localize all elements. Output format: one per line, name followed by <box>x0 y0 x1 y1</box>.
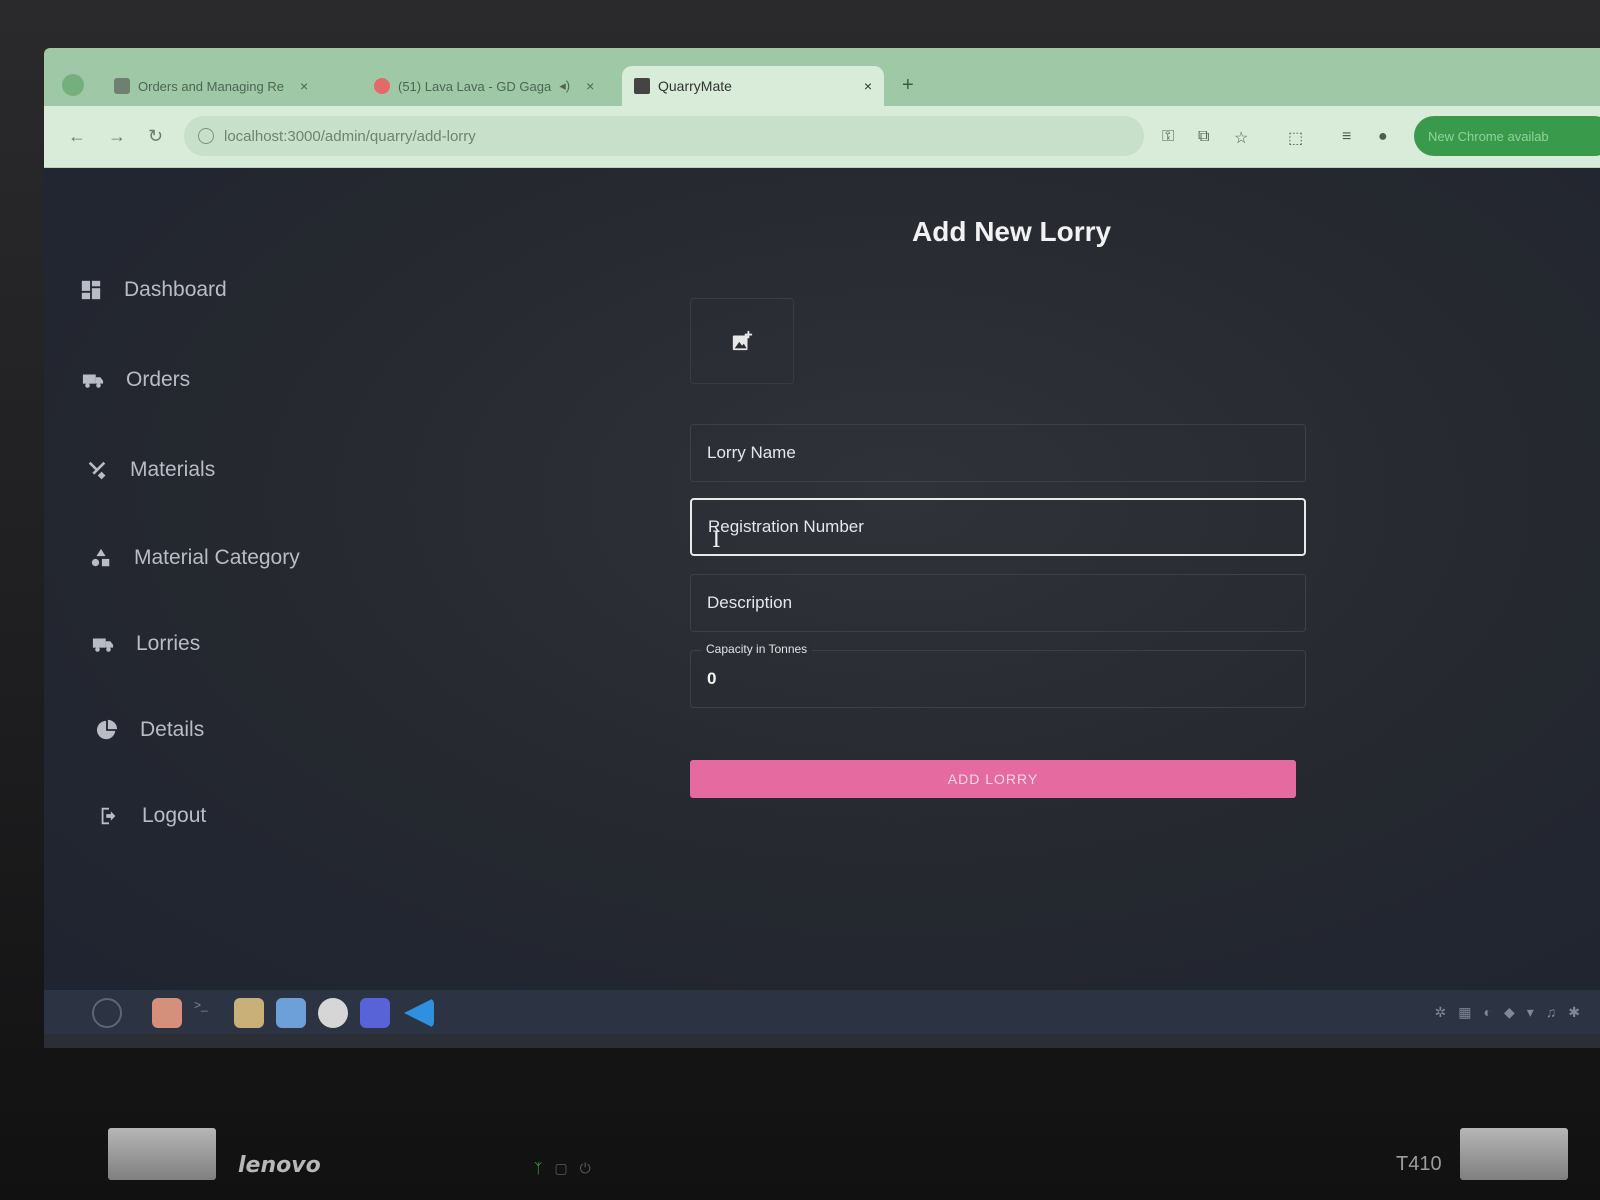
settings-icon[interactable]: ✲ <box>1435 1004 1447 1021</box>
lorry-name-placeholder: Lorry Name <box>707 443 796 462</box>
disk-led-icon: ▢ <box>554 1160 568 1176</box>
browser-tab-strip: Orders and Managing Re × (51) Lava Lava … <box>44 48 1600 114</box>
youtube-icon <box>374 78 390 94</box>
page-title: Add New Lorry <box>912 216 1112 247</box>
chrome-icon[interactable] <box>318 998 348 1028</box>
browser-profile-icon[interactable] <box>62 74 84 96</box>
tab-label: (51) Lava Lava - GD Gaga <box>398 78 552 94</box>
password-key-icon[interactable]: ⚿ <box>1162 128 1174 146</box>
add-lorry-button[interactable]: ADD LORRY <box>690 760 1296 798</box>
media-control-icon[interactable]: ≡ <box>1342 128 1351 146</box>
add-photo-icon <box>732 330 753 351</box>
volume-icon[interactable]: ♫ <box>1546 1004 1557 1021</box>
capacity-field[interactable]: Capacity in Tonnes 0 <box>690 642 1306 708</box>
page-content: Dashboard Orders Materials Material Cate… <box>44 168 1600 990</box>
url-text[interactable]: localhost:3000/admin/quarry/add-lorry <box>224 128 476 145</box>
close-icon[interactable]: × <box>864 78 872 94</box>
capacity-label: Capacity in Tonnes <box>701 642 813 656</box>
sidebar-item-materials[interactable]: Materials <box>86 458 215 482</box>
install-app-icon[interactable]: ⧉ <box>1198 128 1209 146</box>
capacity-value[interactable]: 0 <box>707 669 716 689</box>
sidebar-item-label: Details <box>140 718 205 741</box>
description-placeholder: Description <box>707 593 793 612</box>
system-tray: ✲ ▦ ◐ ◆ ▾ ♫ ✱ <box>1435 1004 1580 1021</box>
start-menu-icon[interactable] <box>92 998 122 1028</box>
category-icon <box>91 548 110 567</box>
shield-icon[interactable]: ◆ <box>1504 1004 1515 1021</box>
reload-icon[interactable]: ↻ <box>148 126 163 147</box>
logout-icon <box>101 807 116 825</box>
power-led-icon: ⏻ <box>579 1160 591 1176</box>
wifi-icon[interactable]: ▾ <box>1527 1004 1534 1021</box>
sidebar-item-dashboard[interactable]: Dashboard <box>80 278 227 302</box>
laptop-brand-logo: lenovo <box>238 1153 321 1178</box>
close-icon[interactable]: × <box>300 78 308 94</box>
laptop-screen: Orders and Managing Re × (51) Lava Lava … <box>44 48 1600 1048</box>
network-icon[interactable]: ◐ <box>1483 1004 1491 1021</box>
status-leds: ᛉ ▢ ⏻ <box>534 1160 591 1177</box>
page-icon <box>634 78 650 94</box>
vscode-icon[interactable] <box>404 998 434 1028</box>
back-icon[interactable]: ← <box>68 126 86 147</box>
dashboard-icon <box>81 280 101 300</box>
image-viewer-icon[interactable] <box>276 998 306 1028</box>
tab-orders[interactable]: Orders and Managing Re × <box>102 66 320 106</box>
close-icon[interactable]: × <box>586 78 594 94</box>
sidebar-item-lorries[interactable]: Lorries <box>92 632 200 656</box>
tab-label: Orders and Managing Re <box>138 78 284 94</box>
laptop-model-label: T410 <box>1396 1153 1442 1175</box>
sidebar-item-label: Dashboard <box>124 278 227 301</box>
speaker-icon[interactable]: ◂) <box>559 78 570 94</box>
profile-avatar-icon[interactable]: ● <box>1378 128 1388 146</box>
sidebar-item-label: Lorries <box>136 632 201 655</box>
tools-icon <box>88 461 106 480</box>
extensions-icon[interactable]: ⬚ <box>1288 128 1303 148</box>
description-field[interactable]: Description <box>690 574 1306 632</box>
sidebar-item-material-category[interactable]: Material Category <box>90 546 300 570</box>
app-launcher-icon[interactable] <box>152 998 182 1028</box>
left-hinge <box>108 1128 216 1180</box>
terminal-icon[interactable]: >_ <box>194 998 212 1028</box>
wifi-led-icon: ᛉ <box>534 1160 543 1176</box>
battery-icon[interactable]: ✱ <box>1568 1004 1580 1021</box>
update-label: New Chrome availab <box>1428 128 1549 144</box>
address-bar[interactable]: localhost:3000/admin/quarry/add-lorry <box>184 116 1144 156</box>
sidebar-item-orders[interactable]: Orders <box>82 368 190 392</box>
tab-quarrymate[interactable]: QuarryMate × <box>622 66 884 106</box>
site-info-icon[interactable] <box>198 128 214 144</box>
new-tab-icon[interactable]: + <box>902 74 914 97</box>
truck-icon <box>92 638 114 652</box>
right-hinge <box>1460 1128 1568 1180</box>
truck-icon <box>82 374 104 388</box>
sidebar-item-details[interactable]: Details <box>96 718 204 742</box>
tab-youtube[interactable]: (51) Lava Lava - GD Gaga ◂) × <box>362 66 606 106</box>
pie-chart-icon <box>96 719 118 740</box>
chrome-update-button[interactable]: New Chrome availab <box>1414 116 1600 156</box>
sidebar-item-label: Material Category <box>134 546 300 569</box>
laptop-bezel: Orders and Managing Re × (51) Lava Lava … <box>0 0 1600 1200</box>
tab-label: QuarryMate <box>658 78 732 94</box>
registration-number-placeholder: Registration Number <box>708 517 864 536</box>
lorry-name-field[interactable]: Lorry Name <box>690 424 1306 482</box>
globe-icon <box>114 78 130 94</box>
browser-toolbar: ← → ↻ localhost:3000/admin/quarry/add-lo… <box>44 106 1600 168</box>
calendar-icon[interactable]: ▦ <box>1458 1004 1471 1021</box>
text-cursor-icon: I <box>712 528 721 553</box>
sidebar-item-label: Materials <box>130 458 216 481</box>
sidebar-item-label: Orders <box>126 368 191 391</box>
forward-icon[interactable]: → <box>108 126 126 147</box>
sidebar-item-logout[interactable]: Logout <box>98 804 206 828</box>
registration-number-field[interactable]: Registration Number <box>690 498 1306 556</box>
os-taskbar: >_ ✲ ▦ ◐ ◆ ▾ ♫ ✱ <box>44 990 1600 1034</box>
intellij-icon[interactable] <box>360 998 390 1028</box>
folder-icon[interactable] <box>234 998 264 1028</box>
image-upload-button[interactable] <box>690 298 794 384</box>
sidebar-item-label: Logout <box>142 804 207 827</box>
bookmark-star-icon[interactable]: ☆ <box>1234 128 1248 148</box>
